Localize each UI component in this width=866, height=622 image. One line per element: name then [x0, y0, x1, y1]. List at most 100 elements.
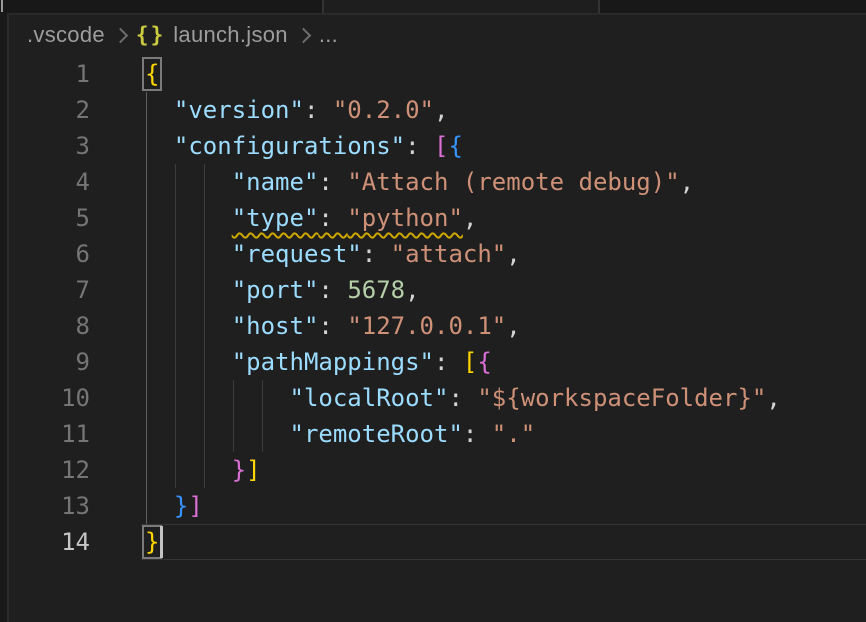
token: , — [506, 240, 520, 268]
indent-guide — [175, 452, 176, 488]
token: : — [304, 96, 333, 124]
line-number: 12 — [9, 452, 145, 488]
token: "type" — [232, 204, 319, 232]
text-cursor — [160, 526, 163, 558]
code-content[interactable]: } — [145, 524, 866, 560]
indent-guide — [262, 380, 263, 416]
code-line-3[interactable]: 3 "configurations": [{ — [9, 128, 866, 164]
indent-guide — [146, 380, 147, 416]
indent-whitespace — [145, 492, 174, 520]
code-line-14[interactable]: 14} — [9, 524, 866, 560]
code-content[interactable]: }] — [145, 488, 866, 524]
warning-squiggle: "type": "python" — [232, 204, 463, 232]
code-content[interactable]: "remoteRoot": "." — [145, 416, 866, 452]
token: : — [405, 132, 434, 160]
indent-guide — [204, 236, 205, 272]
indent-guide — [233, 380, 234, 416]
token: , — [766, 384, 780, 412]
indent-whitespace — [145, 132, 174, 160]
code-content[interactable]: "port": 5678, — [145, 272, 866, 308]
token: "pathMappings" — [232, 348, 434, 376]
indent-guide — [204, 416, 205, 452]
token: ] — [188, 492, 202, 520]
indent-guide — [146, 164, 147, 200]
token: 5678 — [347, 276, 405, 304]
token: { — [448, 132, 462, 160]
breadcrumb-folder[interactable]: .vscode — [27, 22, 105, 48]
indent-guide — [233, 416, 234, 452]
tab-divider — [598, 0, 600, 13]
code-line-11[interactable]: 11 "remoteRoot": "." — [9, 416, 866, 452]
indent-guide — [204, 200, 205, 236]
indent-guide — [146, 236, 147, 272]
chevron-right-icon — [113, 27, 129, 43]
token: , — [463, 204, 477, 232]
line-number: 14 — [9, 524, 145, 560]
line-number: 7 — [9, 272, 145, 308]
code-content[interactable]: "name": "Attach (remote debug)", — [145, 164, 866, 200]
code-content[interactable]: "localRoot": "${workspaceFolder}", — [145, 380, 866, 416]
code-line-6[interactable]: 6 "request": "attach", — [9, 236, 866, 272]
line-number: 11 — [9, 416, 145, 452]
code-line-8[interactable]: 8 "host": "127.0.0.1", — [9, 308, 866, 344]
indent-guide — [204, 344, 205, 380]
code-line-1[interactable]: 1{ — [9, 56, 866, 92]
token: "configurations" — [174, 132, 405, 160]
token: [ — [463, 348, 477, 376]
code-line-13[interactable]: 13 }] — [9, 488, 866, 524]
code-lines: 1{2 "version": "0.2.0",3 "configurations… — [9, 56, 866, 560]
vscode-editor-window: .vscode {} launch.json ... 1{2 "version"… — [0, 0, 866, 622]
token: "request" — [232, 240, 362, 268]
code-line-5[interactable]: 5 "type": "python", — [9, 200, 866, 236]
indent-guide — [146, 416, 147, 452]
code-content[interactable]: "pathMappings": [{ — [145, 344, 866, 380]
code-content[interactable]: "type": "python", — [145, 200, 866, 236]
token: "port" — [232, 276, 319, 304]
token: "version" — [174, 96, 304, 124]
code-line-4[interactable]: 4 "name": "Attach (remote debug)", — [9, 164, 866, 200]
code-line-2[interactable]: 2 "version": "0.2.0", — [9, 92, 866, 128]
code-content[interactable]: "version": "0.2.0", — [145, 92, 866, 128]
token: : — [318, 312, 347, 340]
code-content[interactable]: "configurations": [{ — [145, 128, 866, 164]
line-number: 6 — [9, 236, 145, 272]
indent-whitespace — [145, 168, 232, 196]
token: , — [405, 276, 419, 304]
code-line-9[interactable]: 9 "pathMappings": [{ — [9, 344, 866, 380]
code-line-7[interactable]: 7 "port": 5678, — [9, 272, 866, 308]
indent-guide — [204, 452, 205, 488]
breadcrumb-file[interactable]: launch.json — [173, 22, 288, 48]
code-content[interactable]: { — [145, 56, 866, 92]
line-number: 13 — [9, 488, 145, 524]
window-left-strip — [0, 13, 9, 622]
token: "host" — [232, 312, 319, 340]
window-edge-mark — [1, 0, 3, 12]
token: "." — [492, 420, 535, 448]
token: [ — [434, 132, 448, 160]
code-content[interactable]: "request": "attach", — [145, 236, 866, 272]
code-content[interactable]: "host": "127.0.0.1", — [145, 308, 866, 344]
token: , — [680, 168, 694, 196]
indent-guide — [175, 236, 176, 272]
token: "attach" — [391, 240, 507, 268]
breadcrumb: .vscode {} launch.json ... — [9, 15, 866, 55]
indent-guide — [262, 416, 263, 452]
token: "python" — [347, 204, 463, 232]
tab-divider — [322, 0, 324, 13]
indent-guide — [175, 380, 176, 416]
token: : — [463, 420, 492, 448]
breadcrumb-symbol-more[interactable]: ... — [319, 22, 338, 48]
code-content[interactable]: }] — [145, 452, 866, 488]
indent-guide — [146, 452, 147, 488]
token: ] — [246, 456, 260, 484]
indent-whitespace — [145, 204, 232, 232]
indent-guide — [204, 380, 205, 416]
indent-guide — [146, 488, 147, 524]
code-line-10[interactable]: 10 "localRoot": "${workspaceFolder}", — [9, 380, 866, 416]
code-line-12[interactable]: 12 }] — [9, 452, 866, 488]
token: "remoteRoot" — [290, 420, 463, 448]
token: : — [362, 240, 391, 268]
active-tab-sliver[interactable] — [323, 0, 599, 13]
token: : — [318, 204, 347, 232]
chevron-right-icon — [296, 27, 312, 43]
